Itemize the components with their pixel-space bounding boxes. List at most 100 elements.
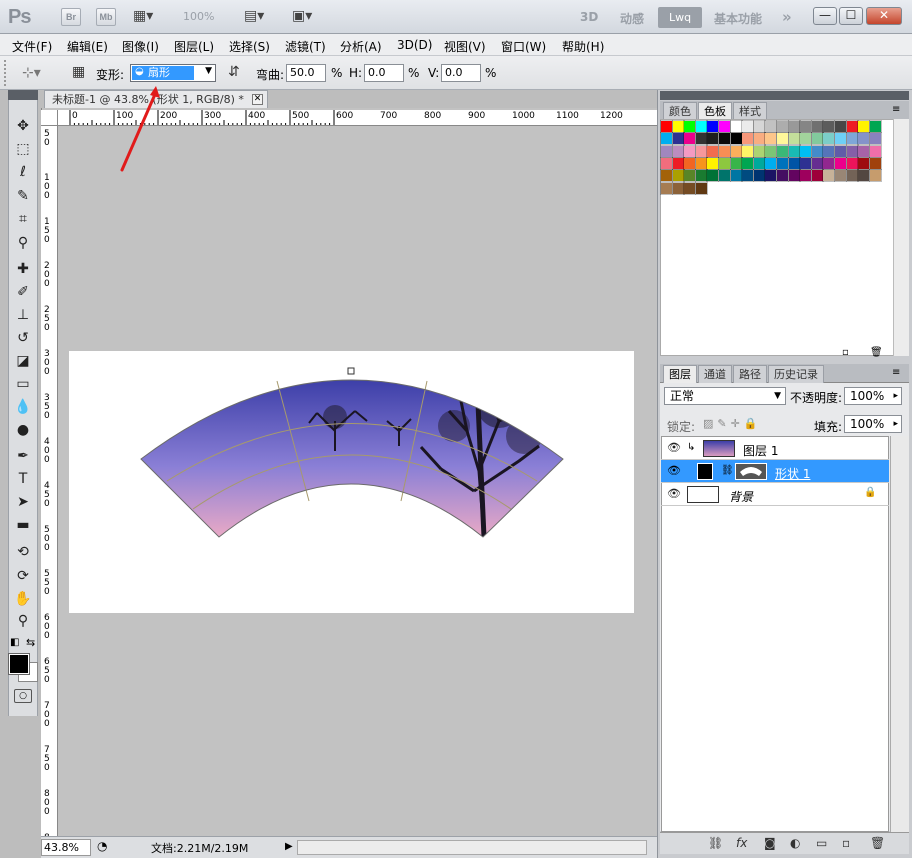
menu-file[interactable]: 文件(F): [12, 38, 52, 55]
mini-bridge-button[interactable]: Mb: [96, 8, 116, 26]
swatch[interactable]: [671, 144, 685, 158]
swatch[interactable]: [718, 132, 731, 146]
history-brush-tool-icon[interactable]: ↺: [11, 328, 35, 348]
swatch[interactable]: [683, 156, 697, 170]
layers-scrollbar[interactable]: [890, 436, 909, 832]
clone-stamp-tool-icon[interactable]: ⊥: [11, 305, 35, 325]
swatch[interactable]: [741, 144, 755, 158]
path-selection-tool-icon[interactable]: ➤: [11, 492, 35, 512]
swatch[interactable]: [683, 169, 697, 183]
swatch[interactable]: [822, 132, 836, 146]
swatch[interactable]: [671, 156, 685, 170]
tab-layers[interactable]: 图层: [663, 365, 697, 383]
swatch[interactable]: [671, 181, 685, 195]
tools-panel-header[interactable]: [8, 90, 38, 100]
swatch[interactable]: [660, 132, 673, 146]
swatch[interactable]: [776, 156, 789, 170]
swatch[interactable]: [857, 120, 871, 133]
options-grip[interactable]: [4, 60, 9, 86]
workspace-lwq[interactable]: Lwq: [658, 7, 702, 28]
swatch[interactable]: [729, 156, 743, 170]
swatch[interactable]: [857, 132, 871, 146]
swatch[interactable]: [660, 120, 673, 133]
swatch[interactable]: [776, 132, 789, 146]
tab-color[interactable]: 颜色: [663, 102, 697, 120]
status-zoom-field[interactable]: 43.8%: [41, 839, 91, 856]
zoom-level-display[interactable]: 100%: [183, 10, 214, 23]
warp-style-select[interactable]: ◒ 扇形 ▼: [130, 64, 216, 82]
marquee-tool-icon[interactable]: ⬚: [11, 139, 35, 159]
blend-mode-select[interactable]: 正常 ▼: [664, 387, 786, 405]
swatch[interactable]: [660, 181, 673, 195]
swatch[interactable]: [729, 169, 743, 183]
swatch[interactable]: [857, 144, 871, 158]
swatch[interactable]: [799, 156, 813, 170]
swatch[interactable]: [718, 169, 731, 183]
swatch[interactable]: [671, 169, 685, 183]
swatch[interactable]: [741, 120, 755, 133]
swatch[interactable]: [764, 144, 778, 158]
close-document-icon[interactable]: ✕: [252, 94, 263, 105]
swatch[interactable]: [845, 120, 859, 133]
quick-selection-tool-icon[interactable]: ✎: [11, 186, 35, 206]
swatch[interactable]: [752, 169, 766, 183]
swatch[interactable]: [764, 132, 778, 146]
more-workspaces-icon[interactable]: »: [782, 8, 792, 26]
panel-menu-icon[interactable]: ≡: [892, 104, 900, 115]
swatch[interactable]: [834, 169, 847, 183]
swatch[interactable]: [729, 132, 743, 146]
menu-filter[interactable]: 滤镜(T): [285, 38, 326, 55]
eye-icon[interactable]: 👁: [667, 464, 681, 477]
swatch[interactable]: [776, 144, 789, 158]
tab-channels[interactable]: 通道: [698, 365, 732, 383]
swatch[interactable]: [694, 120, 708, 133]
swatch[interactable]: [822, 120, 836, 133]
menu-edit[interactable]: 编辑(E): [67, 38, 108, 55]
swatch[interactable]: [776, 169, 789, 183]
eraser-tool-icon[interactable]: ◪: [11, 351, 35, 371]
swatch[interactable]: [741, 132, 755, 146]
link-icon[interactable]: ⛓: [721, 465, 734, 476]
workspace-essentials[interactable]: 基本功能: [714, 10, 762, 27]
swatch[interactable]: [810, 156, 824, 170]
vertical-ruler[interactable]: 5 0 1 0 0 1 5 0 2 0 0 2 5 0 3 0 0 3 5 0 4 0 0 4 …: [41, 126, 58, 836]
swatch[interactable]: [822, 144, 836, 158]
maximize-button[interactable]: ☐: [839, 7, 863, 25]
eyedropper-tool-icon[interactable]: ⚲: [11, 233, 35, 253]
gradient-tool-icon[interactable]: ▭: [11, 374, 35, 394]
swatch[interactable]: [868, 156, 882, 170]
swatch[interactable]: [752, 120, 766, 133]
lock-options-icons[interactable]: ▨✎✛🔒: [703, 417, 762, 430]
swatch[interactable]: [787, 156, 801, 170]
view-extras-icon[interactable]: ▦▾: [133, 8, 153, 24]
tab-paths[interactable]: 路径: [733, 365, 767, 383]
swatch[interactable]: [799, 144, 813, 158]
menu-window[interactable]: 窗口(W): [501, 38, 546, 55]
swatch[interactable]: [683, 144, 697, 158]
v-distortion-input[interactable]: 0.0: [441, 64, 481, 82]
move-tool-preset-icon[interactable]: ⊹▾: [22, 65, 41, 81]
layer-row[interactable]: 👁 背景 🔒: [661, 483, 889, 506]
swatch[interactable]: [834, 156, 847, 170]
move-tool-icon[interactable]: ✥: [11, 116, 35, 136]
swatch[interactable]: [671, 120, 685, 133]
swatch[interactable]: [752, 156, 766, 170]
swatch[interactable]: [706, 120, 720, 133]
swatch[interactable]: [706, 169, 720, 183]
swatch[interactable]: [834, 132, 847, 146]
menu-help[interactable]: 帮助(H): [562, 38, 604, 55]
swatch[interactable]: [799, 120, 813, 133]
minimize-button[interactable]: —: [813, 7, 837, 25]
swatch[interactable]: [741, 169, 755, 183]
new-swatch-icon[interactable]: ▫: [842, 347, 849, 358]
crop-tool-icon[interactable]: ⌗: [11, 209, 35, 229]
swatch[interactable]: [764, 156, 778, 170]
swatch[interactable]: [694, 144, 708, 158]
bridge-button[interactable]: Br: [61, 8, 81, 26]
menu-view[interactable]: 视图(V): [444, 38, 486, 55]
swatch[interactable]: [718, 120, 731, 133]
menu-analysis[interactable]: 分析(A): [340, 38, 382, 55]
swatch[interactable]: [787, 144, 801, 158]
swatch[interactable]: [729, 144, 743, 158]
menu-select[interactable]: 选择(S): [229, 38, 270, 55]
